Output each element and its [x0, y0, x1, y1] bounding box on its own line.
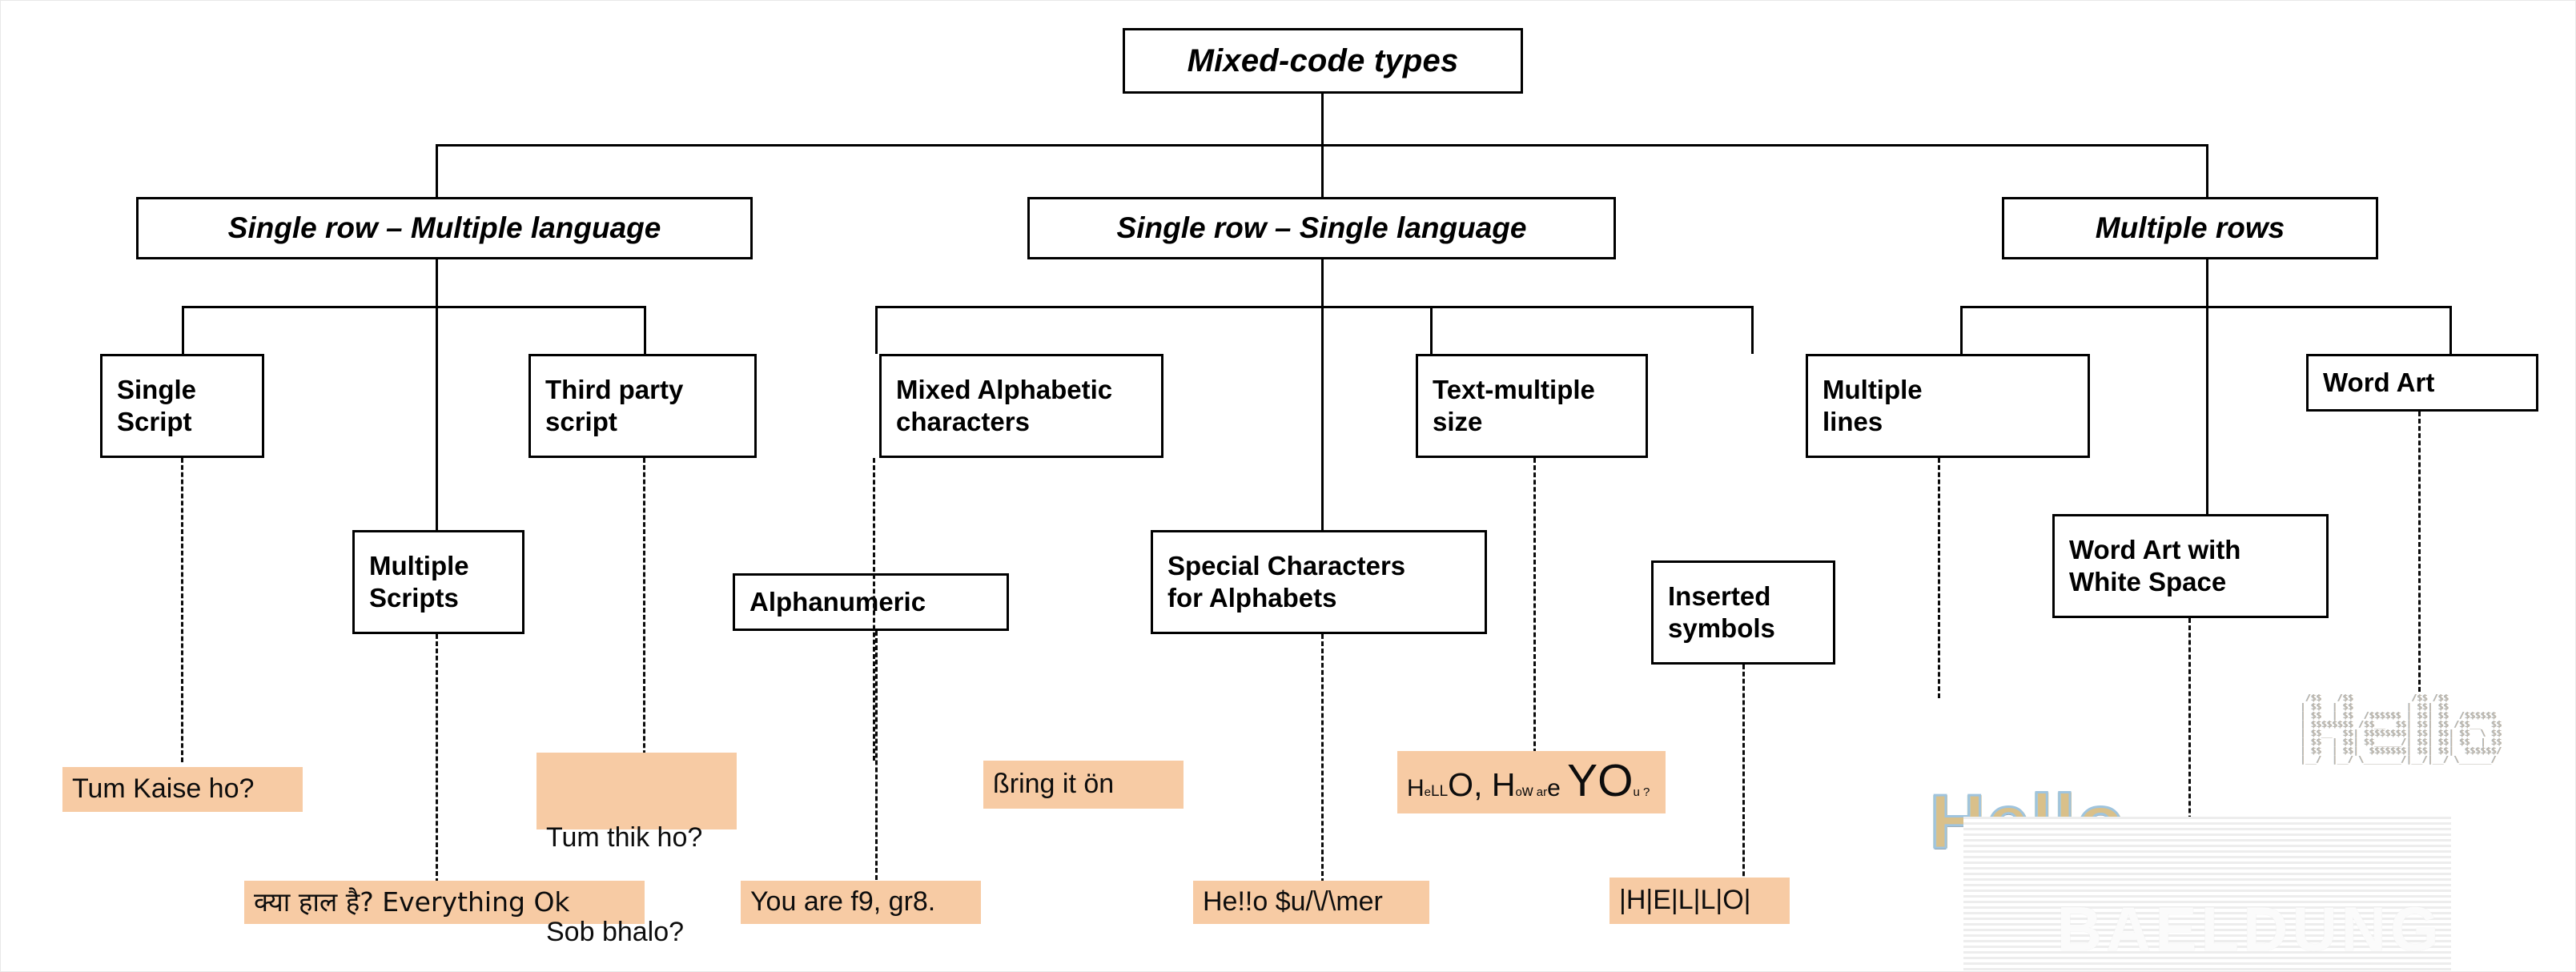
- node-category-1-label: Single row – Multiple language: [227, 211, 661, 245]
- diagram-canvas: Mixed-code types Single row – Multiple l…: [0, 0, 2576, 972]
- connector-cat1-drop-left: [182, 306, 184, 354]
- example-inserted-symbols-text: |H|E|L|L|O|: [1619, 885, 1751, 916]
- sized-glyph: ?: [1639, 785, 1650, 799]
- node-root-label: Mixed-code types: [1187, 42, 1459, 78]
- connector-drop-category-1: [436, 144, 438, 197]
- connector-cat2-drop-3: [1751, 306, 1754, 354]
- connector-root-stem: [1321, 94, 1324, 144]
- connector-cat1-bus: [182, 306, 646, 308]
- node-third-party-script-label: Third party script: [545, 374, 684, 436]
- sized-glyph: YO: [1567, 755, 1634, 806]
- example-special-characters-text: He!!o $u/\/\mer: [1203, 886, 1383, 918]
- example-mixed-alphabetic: ßring it ön: [983, 761, 1184, 809]
- wordart-baeldung-text: BAELDUNG: [2056, 894, 2443, 964]
- node-word-art-label: Word Art: [2323, 367, 2435, 397]
- sized-glyph: u: [1633, 785, 1640, 799]
- sized-glyph: H: [1407, 775, 1425, 801]
- sized-glyph: ,: [1473, 766, 1492, 803]
- example-inserted-symbols: |H|E|L|L|O|: [1609, 878, 1790, 924]
- node-inserted-symbols: Inserted symbols: [1651, 560, 1835, 665]
- dashed-link-inserted-symbols: [1742, 665, 1745, 890]
- example-mixed-alphabetic-text: ßring it ön: [993, 769, 1115, 800]
- connector-cat3-drop-center: [2206, 306, 2208, 514]
- dashed-link-multiple-scripts: [436, 634, 438, 890]
- node-multiple-lines: Multiple lines: [1806, 354, 2090, 458]
- dashed-link-alphanumeric: [875, 631, 878, 887]
- node-multiple-scripts-label: Multiple Scripts: [369, 550, 469, 613]
- connector-cat2-bus: [875, 306, 1754, 308]
- node-mixed-alphabetic-label: Mixed Alphabetic characters: [896, 374, 1113, 436]
- sized-glyph: H: [1491, 766, 1516, 803]
- connector-cat3-drop-left: [1960, 306, 1963, 354]
- dashed-link-multiple-lines: [1938, 458, 1940, 698]
- connector-cat2-stem: [1321, 259, 1324, 306]
- example-text-multiple-size-text: HeLLO, How are YOu ?: [1407, 754, 1650, 807]
- node-category-2-label: Single row – Single language: [1116, 211, 1527, 245]
- example-multiple-scripts-text: क्या हाल है? Everything Ok: [254, 886, 570, 918]
- node-alphanumeric: Alphanumeric: [733, 573, 1009, 631]
- dashed-link-word-art-white-space: [2188, 618, 2191, 842]
- dashed-link-text-multiple-size: [1533, 458, 1536, 761]
- connector-drop-category-3: [2206, 144, 2208, 197]
- example-alphanumeric: You are f9, gr8.: [741, 881, 981, 924]
- node-word-art: Word Art: [2306, 354, 2538, 412]
- dashed-link-word-art: [2418, 412, 2421, 692]
- connector-cat1-drop-right: [644, 306, 646, 354]
- example-alphanumeric-text: You are f9, gr8.: [750, 886, 936, 918]
- sized-glyph: LL: [1431, 783, 1449, 800]
- example-third-party-script-line1: Tum thik ho?: [546, 821, 703, 853]
- wordart-baeldung-watermark: BAELDUNG: [1963, 817, 2451, 972]
- node-special-characters-for-alphabets: Special Characters for Alphabets: [1151, 530, 1487, 634]
- connector-cat1-drop-center: [436, 306, 438, 530]
- node-category-multiple-rows: Multiple rows: [2002, 197, 2378, 259]
- example-third-party-script-line2: Sob bhalo?: [546, 917, 685, 948]
- sized-glyph: O: [1448, 766, 1474, 803]
- sized-glyph: e: [1547, 775, 1561, 801]
- dashed-link-special-characters: [1321, 634, 1324, 890]
- node-category-single-row-single-language: Single row – Single language: [1027, 197, 1616, 259]
- node-mixed-alphabetic-characters: Mixed Alphabetic characters: [879, 354, 1163, 458]
- node-text-multiple-size-label: Text-multiple size: [1433, 374, 1595, 436]
- sized-glyph: [1561, 775, 1567, 801]
- connector-cat2-drop-1: [875, 306, 878, 354]
- connector-cat3-drop-right: [2449, 306, 2452, 354]
- sized-glyph: o: [1515, 785, 1522, 799]
- node-category-3-label: Multiple rows: [2095, 211, 2285, 245]
- example-special-characters: He!!o $u/\/\mer: [1193, 881, 1429, 924]
- dashed-link-third-party-script: [643, 458, 645, 762]
- node-special-characters-label: Special Characters for Alphabets: [1167, 550, 1406, 613]
- node-single-script-label: Single Script: [117, 374, 197, 436]
- sized-glyph: w: [1521, 783, 1533, 800]
- node-text-multiple-size: Text-multiple size: [1416, 354, 1648, 458]
- example-third-party-script: Tum thik ho? Sob bhalo?: [536, 753, 737, 947]
- connector-drop-category-2: [1321, 144, 1324, 197]
- node-word-art-white-space-label: Word Art with White Space: [2069, 534, 2241, 596]
- connector-cat2-drop-2: [1430, 306, 1433, 354]
- dashed-link-single-script: [181, 458, 183, 762]
- example-text-multiple-size: HeLLO, How are YOu ?: [1397, 751, 1666, 813]
- node-third-party-script: Third party script: [528, 354, 757, 458]
- connector-cat1-stem: [436, 259, 438, 306]
- sized-glyph: e: [1424, 785, 1432, 799]
- node-single-script: Single Script: [100, 354, 264, 458]
- node-root: Mixed-code types: [1123, 28, 1523, 94]
- example-single-script: Tum Kaise ho?: [62, 767, 303, 812]
- sized-glyph: a: [1536, 785, 1544, 799]
- example-single-script-text: Tum Kaise ho?: [72, 773, 255, 805]
- node-multiple-lines-label: Multiple lines: [1822, 374, 1923, 436]
- connector-cat3-stem: [2206, 259, 2208, 306]
- node-inserted-symbols-label: Inserted symbols: [1668, 580, 1775, 643]
- node-alphanumeric-label: Alphanumeric: [749, 586, 926, 617]
- wordart-ascii-hello-text: /$$ /$$ /$$ /$$ | $$ | $$ | $$| $$ | $$ …: [2300, 693, 2502, 765]
- node-category-single-row-multiple-language: Single row – Multiple language: [136, 197, 753, 259]
- node-word-art-with-white-space: Word Art with White Space: [2052, 514, 2329, 618]
- node-multiple-scripts: Multiple Scripts: [352, 530, 524, 634]
- wordart-ascii-hello: /$$ /$$ /$$ /$$ | $$ | $$ | $$| $$ | $$ …: [2295, 693, 2502, 764]
- connector-cat2-drop-center: [1321, 306, 1324, 530]
